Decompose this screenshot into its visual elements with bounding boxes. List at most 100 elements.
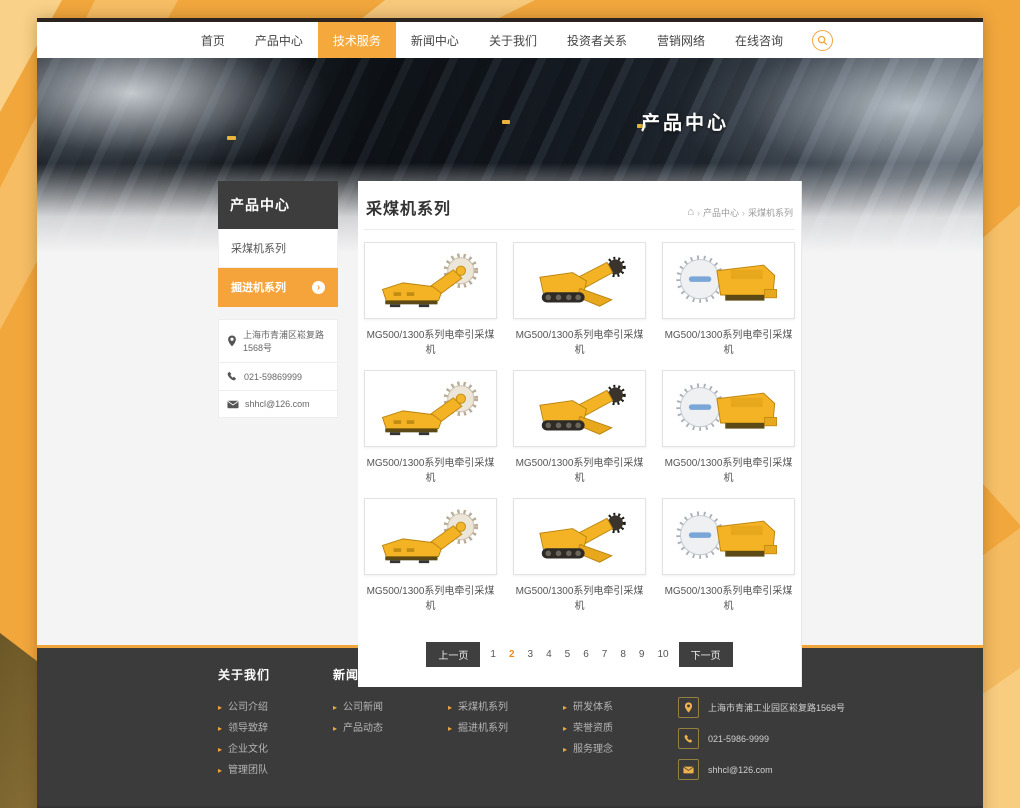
footer-link[interactable]: 领导致辞 — [218, 718, 333, 739]
roadheader-illustration — [524, 250, 636, 312]
page-number[interactable]: 4 — [543, 647, 555, 662]
sidebar-email-text: shhcl@126.com — [245, 399, 310, 409]
product-image[interactable] — [364, 498, 497, 575]
product-name-link[interactable]: MG500/1300系列电牵引采煤机 — [513, 582, 646, 612]
sidebar-item-label: 掘进机系列 — [231, 279, 286, 295]
page-number[interactable]: 10 — [654, 647, 671, 662]
footer-link[interactable]: 公司新闻 — [333, 697, 448, 718]
footer-address-row: 上海市青浦工业园区崧复路1568号 — [678, 697, 848, 718]
page-number[interactable]: 8 — [617, 647, 629, 662]
page-number[interactable]: 5 — [562, 647, 574, 662]
nav-menu-item[interactable]: 新闻中心 — [396, 22, 474, 58]
product-name-link[interactable]: MG500/1300系列电牵引采煤机 — [364, 454, 497, 484]
section-title: 采煤机系列 — [366, 195, 451, 219]
roadheader-illustration — [524, 506, 636, 568]
footer-link[interactable]: 服务理念 — [563, 739, 678, 760]
product-item: MG500/1300系列电牵引采煤机 — [364, 498, 497, 612]
nav-menu-item[interactable]: 营销网络 — [642, 22, 720, 58]
nav-menu-item[interactable]: 在线咨询 — [720, 22, 798, 58]
footer-link[interactable]: 荣誉资质 — [563, 718, 678, 739]
product-item: MG500/1300系列电牵引采煤机 — [662, 242, 795, 356]
location-pin-icon — [678, 697, 699, 718]
sidebar-item-label: 采煤机系列 — [231, 240, 286, 256]
footer-address-text: 上海市青浦工业园区崧复路1568号 — [708, 701, 845, 714]
breadcrumb-item[interactable]: 产品中心 — [703, 206, 739, 219]
product-item: MG500/1300系列电牵引采煤机 — [364, 370, 497, 484]
home-icon[interactable]: ⌂ — [687, 208, 694, 217]
coal-shearer-illustration — [375, 506, 487, 568]
footer-link[interactable]: 采煤机系列 — [448, 697, 563, 718]
sidebar-address-row: 上海市青浦区崧复路1568号 — [219, 320, 337, 363]
breadcrumb: ⌂ › 产品中心 › 采煤机系列 — [687, 206, 793, 219]
footer-link[interactable]: 管理团队 — [218, 760, 333, 781]
disk-cutter-machine-illustration — [673, 378, 785, 440]
phone-icon — [227, 371, 238, 382]
mail-icon — [227, 400, 239, 409]
page-number[interactable]: 9 — [636, 647, 648, 662]
nav-menu-item[interactable]: 投资者关系 — [552, 22, 642, 58]
product-image[interactable] — [662, 370, 795, 447]
next-page-button[interactable]: 下一页 — [679, 642, 733, 667]
product-image[interactable] — [662, 498, 795, 575]
sidebar-title: 产品中心 — [218, 181, 338, 229]
footer-link[interactable]: 公司介绍 — [218, 697, 333, 718]
page-number[interactable]: 1 — [487, 647, 499, 662]
product-name-link[interactable]: MG500/1300系列电牵引采煤机 — [662, 454, 795, 484]
product-image[interactable] — [662, 242, 795, 319]
coal-shearer-illustration — [375, 378, 487, 440]
product-item: MG500/1300系列电牵引采煤机 — [364, 242, 497, 356]
product-image[interactable] — [364, 242, 497, 319]
mail-icon — [678, 759, 699, 780]
product-item: MG500/1300系列电牵引采煤机 — [513, 498, 646, 612]
product-image[interactable] — [513, 370, 646, 447]
location-pin-icon — [227, 335, 237, 347]
page-number[interactable]: 7 — [599, 647, 611, 662]
product-image[interactable] — [513, 242, 646, 319]
product-name-link[interactable]: MG500/1300系列电牵引采煤机 — [513, 454, 646, 484]
nav-menu-item[interactable]: 首页 — [186, 22, 240, 58]
product-list-panel: 采煤机系列 ⌂ › 产品中心 › 采煤机系列 — [358, 181, 802, 687]
sidebar-address-text: 上海市青浦区崧复路1568号 — [243, 328, 329, 354]
roadheader-illustration — [524, 378, 636, 440]
footer-link[interactable]: 企业文化 — [218, 739, 333, 760]
nav-menu-item[interactable]: 技术服务 — [318, 22, 396, 58]
phone-icon — [678, 728, 699, 749]
page-number[interactable]: 6 — [580, 647, 592, 662]
page-number[interactable]: 3 — [525, 647, 537, 662]
footer-link[interactable]: 研发体系 — [563, 697, 678, 718]
content-section: 产品中心 采煤机系列 › 掘进机系列 › — [37, 253, 983, 645]
sidebar: 产品中心 采煤机系列 › 掘进机系列 › — [218, 181, 338, 687]
panel-header: 采煤机系列 ⌂ › 产品中心 › 采煤机系列 — [364, 181, 795, 230]
sidebar-category-item[interactable]: 采煤机系列 › — [218, 229, 338, 268]
product-grid: MG500/1300系列电牵引采煤机 — [364, 230, 795, 626]
main-navigation: 首页 产品中心 技术服务 新闻中心 关于我们 投资者关系 营销网络 在线咨询 — [37, 22, 983, 58]
breadcrumb-separator: › — [742, 208, 745, 218]
product-name-link[interactable]: MG500/1300系列电牵引采煤机 — [364, 326, 497, 356]
nav-menu-item[interactable]: 关于我们 — [474, 22, 552, 58]
product-item: MG500/1300系列电牵引采煤机 — [513, 370, 646, 484]
footer-phone-row: 021-5986-9999 — [678, 728, 848, 749]
pagination: 上一页 1 2 3 4 5 6 — [364, 642, 795, 667]
search-button[interactable] — [812, 30, 833, 51]
product-item: MG500/1300系列电牵引采煤机 — [662, 370, 795, 484]
nav-search-wrap — [798, 22, 843, 58]
page-number[interactable]: 2 — [506, 647, 518, 662]
product-name-link[interactable]: MG500/1300系列电牵引采煤机 — [662, 582, 795, 612]
product-item: MG500/1300系列电牵引采煤机 — [662, 498, 795, 612]
footer-phone-text: 021-5986-9999 — [708, 734, 769, 744]
product-image[interactable] — [513, 498, 646, 575]
coal-shearer-illustration — [375, 250, 487, 312]
footer-link[interactable]: 产品动态 — [333, 718, 448, 739]
product-name-link[interactable]: MG500/1300系列电牵引采煤机 — [662, 326, 795, 356]
mining-truck-speck — [227, 136, 236, 140]
bg-decoration-stripe — [360, 0, 560, 20]
page-title: 产品中心 — [387, 108, 983, 135]
sidebar-contact-card: 上海市青浦区崧复路1568号 021-59869999 shhcl@1 — [218, 319, 338, 418]
sidebar-category-item[interactable]: 掘进机系列 › — [218, 268, 338, 307]
product-name-link[interactable]: MG500/1300系列电牵引采煤机 — [364, 582, 497, 612]
product-name-link[interactable]: MG500/1300系列电牵引采煤机 — [513, 326, 646, 356]
footer-link[interactable]: 掘进机系列 — [448, 718, 563, 739]
prev-page-button[interactable]: 上一页 — [426, 642, 480, 667]
nav-menu-item[interactable]: 产品中心 — [240, 22, 318, 58]
product-image[interactable] — [364, 370, 497, 447]
